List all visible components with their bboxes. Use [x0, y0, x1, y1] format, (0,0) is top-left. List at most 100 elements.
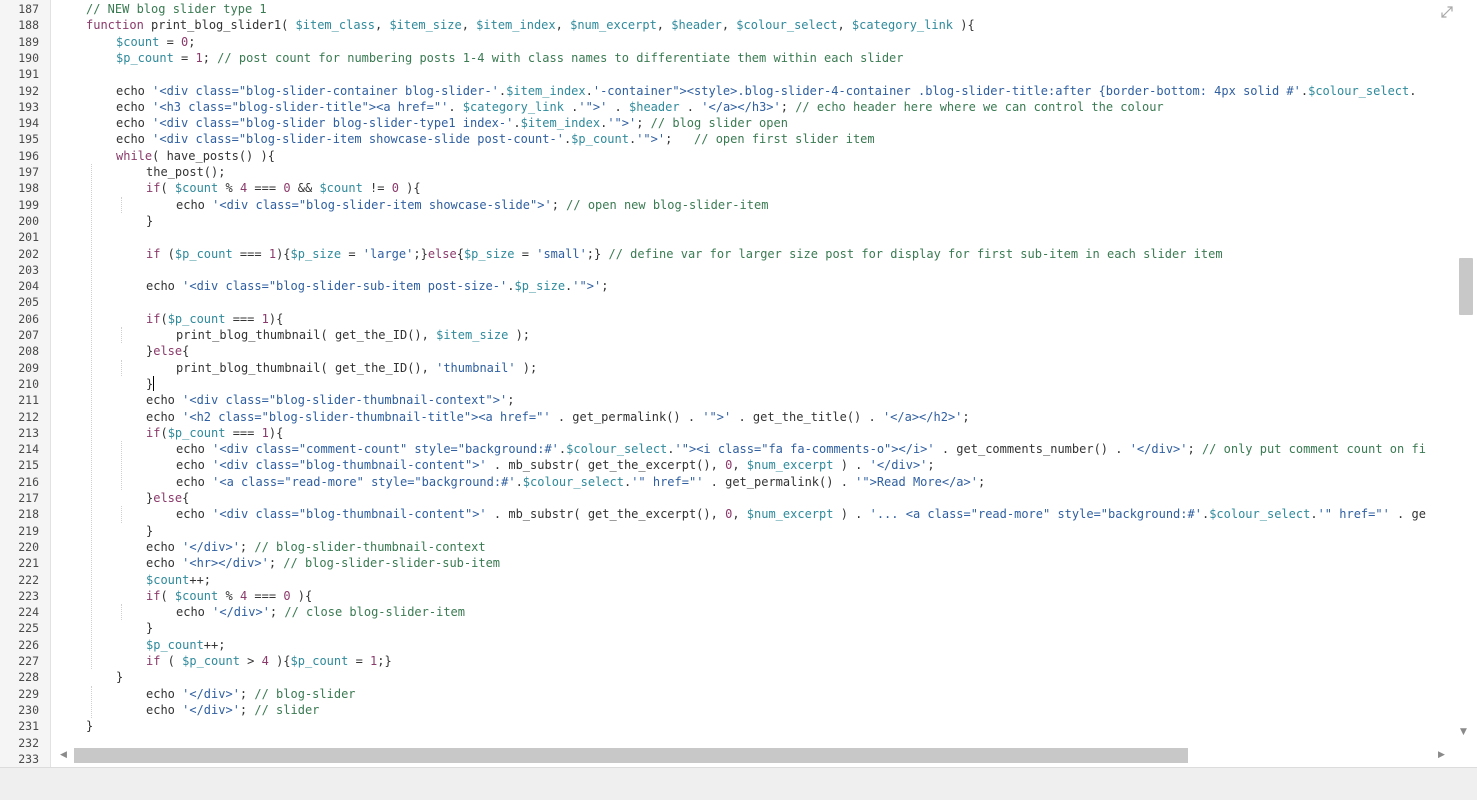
code-token: ){ [276, 246, 291, 261]
code-token: } [146, 523, 154, 538]
code-token: // close blog-slider-item [284, 605, 465, 620]
code-line[interactable]: echo '<a class="read-more" style="backgr… [176, 474, 985, 490]
code-line[interactable]: if ( $p_count > 4 ){$p_count = 1;} [146, 653, 392, 669]
code-token: , [375, 18, 390, 33]
arrow-right-icon[interactable]: ▶ [1438, 750, 1445, 760]
code-line[interactable]: echo '<div class="comment-count" style="… [176, 441, 1426, 457]
code-line[interactable]: echo '</div>'; // close blog-slider-item [176, 604, 465, 620]
code-token: $p_count [174, 246, 233, 261]
code-token: $item_index [506, 83, 586, 98]
line-number: 211 [18, 393, 39, 408]
code-line[interactable]: echo '<div class="blog-slider-item showc… [176, 197, 768, 213]
code-line[interactable]: print_blog_thumbnail( get_the_ID(), 'thu… [176, 360, 537, 376]
code-token: ;} [586, 246, 609, 261]
code-token: // echo header here where we can control… [795, 99, 1164, 114]
line-number: 228 [18, 670, 39, 685]
code-line[interactable]: echo '<div class="blog-thumbnail-content… [176, 506, 1426, 522]
code-token: ; [269, 605, 285, 620]
code-token: // slider [254, 702, 320, 717]
code-line[interactable]: print_blog_thumbnail( get_the_ID(), $ite… [176, 327, 530, 343]
code-line[interactable]: echo '<div class="blog-slider-container … [116, 83, 1417, 99]
code-token: $colour_select [566, 442, 668, 457]
code-line[interactable]: } [86, 718, 93, 734]
code-token: 1 [268, 246, 277, 261]
code-token: $p_size [463, 246, 515, 261]
code-token: ; [239, 686, 255, 701]
code-line[interactable]: } [116, 669, 123, 685]
code-line[interactable]: $p_count = 1; // post count for numberin… [116, 50, 904, 66]
expand-icon[interactable] [1441, 6, 1453, 18]
code-token: ){ [268, 654, 291, 668]
code-line[interactable]: echo '</div>'; // blog-slider-thumbnail-… [146, 539, 486, 555]
code-area[interactable]: // NEW blog slider type 1 function print_… [56, 0, 1456, 745]
code-token: , [461, 18, 477, 33]
code-line[interactable]: echo '<div class="blog-thumbnail-content… [176, 457, 935, 473]
code-line[interactable]: function print_blog_slider1( $item_class… [86, 17, 975, 33]
line-number: 232 [18, 735, 39, 750]
code-token: $colour_select [1209, 507, 1311, 522]
arrow-down-icon[interactable]: ▼ [1460, 727, 1467, 737]
code-line[interactable]: if( $count % 4 === 0 ){ [146, 588, 312, 604]
line-number: 197 [18, 165, 39, 179]
horizontal-scrollbar-thumb[interactable] [74, 748, 1188, 763]
code-line[interactable]: while( have_posts() ){ [116, 148, 275, 164]
code-token: // only put comment count on fi [1201, 442, 1426, 457]
code-line[interactable]: } [146, 213, 153, 229]
code-line[interactable]: }else{ [146, 343, 189, 359]
code-token: ; [665, 132, 695, 147]
code-line[interactable]: }else{ [146, 490, 189, 506]
code-line[interactable]: echo '<hr></div>'; // blog-slider-slider… [146, 555, 500, 571]
code-line[interactable]: echo '<div class="blog-slider-sub-item p… [146, 278, 608, 294]
code-line[interactable]: echo '<div class="blog-slider-item showc… [116, 131, 875, 147]
line-number: 195 [18, 132, 39, 147]
code-line[interactable]: $p_count++; [146, 637, 225, 653]
code-line[interactable]: if ($p_count === 1){$p_size = 'large';}e… [146, 246, 1223, 262]
code-token: , [656, 18, 672, 33]
line-number: 229 [18, 686, 39, 701]
code-line[interactable]: the_post(); [146, 164, 225, 180]
code-editor[interactable]: 187 188 189 190 191 192 193 194 195 196 197 198 199 2… [0, 0, 1477, 767]
code-token: // NEW blog slider type 1 [86, 2, 267, 16]
code-line[interactable]: echo '</div>'; // slider [146, 702, 319, 718]
code-line[interactable]: echo '<h2 class="blog-slider-thumbnail-t… [146, 409, 970, 425]
code-token: 1 [261, 311, 269, 326]
code-token: // blog slider open [650, 116, 788, 131]
code-line[interactable]: $count++; [146, 572, 211, 588]
code-token: echo [116, 99, 153, 114]
code-token: '">' [702, 409, 732, 424]
code-token: ( [160, 246, 175, 261]
code-token: ( [160, 311, 168, 326]
code-line[interactable]: } [146, 620, 153, 636]
code-token: != [362, 181, 392, 196]
code-line[interactable]: echo '<div class="blog-slider-thumbnail-… [146, 392, 514, 408]
code-line[interactable]: } [146, 523, 153, 539]
code-token: . get_the_title() . [731, 409, 883, 424]
code-token: . [607, 99, 629, 114]
code-line[interactable]: if($p_count === 1){ [146, 311, 283, 327]
code-token: '... <a class="read-more" style="backgro… [869, 507, 1202, 522]
code-token: // blog-slider-slider-sub-item [283, 556, 501, 571]
code-token: $category_link [462, 99, 564, 114]
code-token: '-container"><style>.blog-slider-4-conta… [592, 83, 1301, 98]
code-line[interactable]: $count = 0; [116, 34, 196, 50]
code-line[interactable]: // NEW blog slider type 1 [86, 1, 267, 17]
code-token: $count [146, 572, 190, 587]
code-token: , [732, 458, 747, 473]
arrow-left-icon[interactable]: ◀ [60, 750, 67, 760]
code-line[interactable]: echo '<h3 class="blog-slider-title"><a h… [116, 99, 1164, 115]
code-token: 4 [261, 654, 269, 668]
code-token: '">Read More</a>' [855, 474, 978, 489]
code-line[interactable]: if( $count % 4 === 0 && $count != 0 ){ [146, 180, 421, 196]
code-line[interactable]: if($p_count === 1){ [146, 425, 283, 441]
line-number: 213 [18, 425, 39, 440]
code-line[interactable]: echo '<div class="blog-slider blog-slide… [116, 115, 788, 131]
indent-guide [121, 359, 122, 376]
code-token: $header [629, 99, 680, 114]
line-number: 217 [18, 491, 39, 505]
line-number: 233 [18, 751, 39, 766]
vertical-scrollbar[interactable] [1456, 0, 1477, 745]
vertical-scrollbar-thumb[interactable] [1459, 258, 1473, 315]
line-number: 196 [18, 148, 39, 163]
code-line[interactable]: echo '</div>'; // blog-slider [146, 686, 356, 702]
indent-guide [91, 685, 92, 719]
